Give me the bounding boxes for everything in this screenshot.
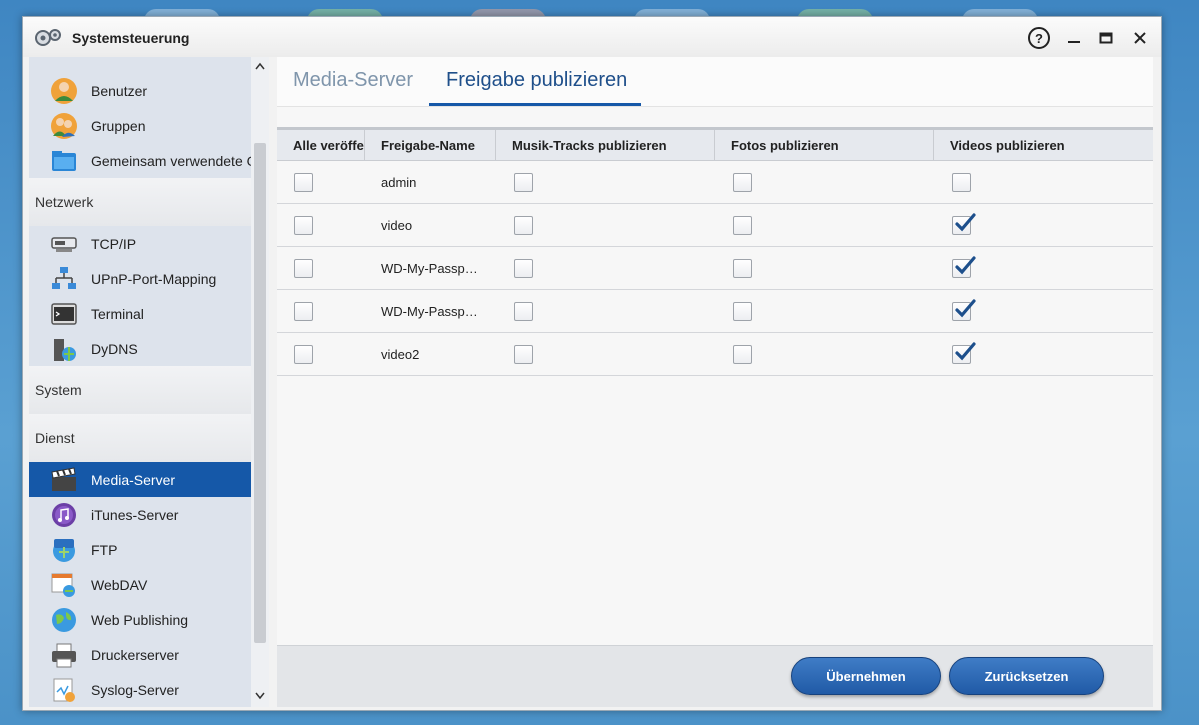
- checkbox-all[interactable]: [294, 173, 313, 192]
- dns-icon: [54, 339, 76, 361]
- network-tree-icon: [52, 267, 76, 289]
- checkbox-photos[interactable]: [733, 345, 752, 364]
- maximize-icon: [1099, 32, 1113, 44]
- share-name-cell: WD-My-Passp…: [381, 261, 478, 276]
- checkbox-all[interactable]: [294, 259, 313, 278]
- category-service[interactable]: Dienst: [29, 414, 251, 462]
- syslog-icon: [53, 678, 75, 702]
- printer-icon: [52, 643, 76, 668]
- sidebar-item-users[interactable]: Benutzer: [29, 73, 251, 108]
- chevron-up-icon: [255, 62, 265, 70]
- table-row: video2: [277, 333, 1153, 376]
- sidebar-item-terminal[interactable]: Terminal: [29, 296, 251, 331]
- checkbox-photos[interactable]: [733, 173, 752, 192]
- category-system[interactable]: System: [29, 366, 251, 414]
- apply-button[interactable]: Übernehmen: [791, 657, 941, 695]
- shared-folder-icon: [52, 151, 76, 171]
- minimize-button[interactable]: [1063, 27, 1085, 49]
- table-row: WD-My-Passp…: [277, 290, 1153, 333]
- checkbox-videos[interactable]: [952, 256, 976, 278]
- clapperboard-icon: [51, 467, 76, 491]
- scroll-up-button[interactable]: [251, 59, 269, 75]
- sidebar-item-dydns[interactable]: DyDNS: [29, 331, 251, 366]
- close-icon: [1134, 32, 1146, 44]
- share-table: Alle veröffen Freigabe-Name Musik-Tracks…: [277, 127, 1153, 377]
- active-tab-indicator: [429, 103, 641, 106]
- scroll-thumb[interactable]: [254, 143, 266, 643]
- checkbox-photos[interactable]: [733, 216, 752, 235]
- table-row: video: [277, 204, 1153, 247]
- sidebar-item-tcpip[interactable]: TCP/IP: [29, 226, 251, 261]
- checkbox-all[interactable]: [294, 216, 313, 235]
- checkbox-videos[interactable]: [952, 173, 971, 192]
- table-header: Alle veröffen Freigabe-Name Musik-Tracks…: [277, 127, 1153, 161]
- share-name-cell: video2: [381, 347, 420, 362]
- checkbox-photos[interactable]: [733, 259, 752, 278]
- main-panel: Media-Server Freigabe publizieren Alle v…: [277, 57, 1153, 707]
- sidebar-item-ftp[interactable]: FTP: [29, 532, 251, 567]
- title-bar[interactable]: Systemsteuerung ?: [23, 17, 1161, 57]
- gears-icon: [35, 29, 61, 46]
- sidebar-item-media-server[interactable]: Media-Server: [29, 462, 251, 497]
- share-name-cell: WD-My-Passp…: [381, 304, 478, 319]
- column-header-music[interactable]: Musik-Tracks publizieren: [496, 130, 715, 160]
- tab-publish-share[interactable]: Freigabe publizieren: [446, 69, 627, 92]
- ftp-icon: [53, 539, 75, 562]
- sidebar-item-print-server[interactable]: Druckerserver: [29, 637, 251, 672]
- checkbox-all[interactable]: [294, 345, 313, 364]
- scroll-down-button[interactable]: [251, 689, 269, 705]
- share-name-cell: admin: [381, 175, 417, 190]
- tab-media-server[interactable]: Media-Server: [293, 69, 413, 92]
- checkmark-icon: [955, 213, 976, 232]
- share-name-cell: video: [381, 218, 413, 233]
- checkbox-music[interactable]: [514, 259, 533, 278]
- window-title: Systemsteuerung: [72, 30, 190, 46]
- music-note-icon: [52, 503, 76, 527]
- sidebar-item-shared-folders[interactable]: Gemeinsam verwendete O: [29, 143, 251, 178]
- checkmark-icon: [955, 256, 976, 275]
- checkmark-icon: [955, 342, 976, 361]
- checkbox-photos[interactable]: [733, 302, 752, 321]
- checkbox-music[interactable]: [514, 173, 533, 192]
- control-panel-window: Systemsteuerung ? Benutzer Gruppen Gemei…: [22, 16, 1162, 711]
- sidebar-item-itunes-server[interactable]: iTunes-Server: [29, 497, 251, 532]
- group-icon: [51, 113, 77, 139]
- sidebar-item-webdav[interactable]: WebDAV: [29, 567, 251, 602]
- column-header-share-name[interactable]: Freigabe-Name: [365, 130, 496, 160]
- checkmark-icon: [955, 299, 976, 318]
- sidebar-item-upnp[interactable]: UPnP-Port-Mapping: [29, 261, 251, 296]
- checkbox-music[interactable]: [514, 345, 533, 364]
- reset-button[interactable]: Zurücksetzen: [949, 657, 1104, 695]
- webdav-icon: [51, 573, 75, 597]
- sidebar-scrollbar[interactable]: [251, 57, 269, 707]
- column-header-photos[interactable]: Fotos publizieren: [715, 130, 934, 160]
- maximize-button[interactable]: [1095, 27, 1117, 49]
- checkbox-videos[interactable]: [952, 299, 976, 321]
- checkbox-all[interactable]: [294, 302, 313, 321]
- column-header-publish-all[interactable]: Alle veröffen: [277, 130, 365, 160]
- checkbox-videos[interactable]: [952, 342, 976, 364]
- checkbox-music[interactable]: [514, 216, 533, 235]
- close-button[interactable]: [1129, 27, 1151, 49]
- button-bar: Übernehmen Zurücksetzen: [277, 645, 1153, 707]
- sidebar-item-web-publishing[interactable]: Web Publishing: [29, 602, 251, 637]
- chevron-down-icon: [255, 692, 265, 700]
- globe-icon: [52, 608, 76, 632]
- table-row: admin: [277, 161, 1153, 204]
- checkbox-videos[interactable]: [952, 213, 976, 235]
- help-button[interactable]: ?: [1028, 27, 1050, 49]
- sidebar-item-groups[interactable]: Gruppen: [29, 108, 251, 143]
- column-header-videos[interactable]: Videos publizieren: [934, 130, 1153, 160]
- category-network[interactable]: Netzwerk: [29, 178, 251, 226]
- checkbox-music[interactable]: [514, 302, 533, 321]
- table-row: WD-My-Passp…: [277, 247, 1153, 290]
- sidebar-item-syslog-server[interactable]: Syslog-Server: [29, 672, 251, 707]
- tab-bar: Media-Server Freigabe publizieren: [277, 57, 1153, 107]
- sidebar: Benutzer Gruppen Gemeinsam verwendete O …: [29, 57, 269, 707]
- network-card-icon: [51, 237, 77, 252]
- minimize-icon: [1068, 41, 1080, 43]
- terminal-icon: [51, 303, 77, 325]
- user-icon: [51, 78, 77, 104]
